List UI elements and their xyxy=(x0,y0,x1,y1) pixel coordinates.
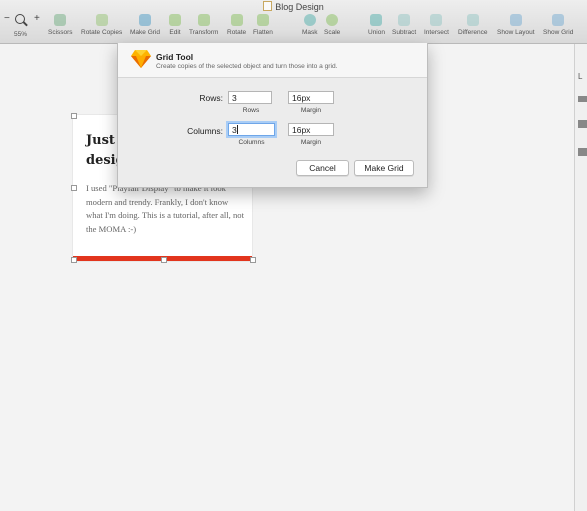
columns-label: Columns: xyxy=(187,126,223,136)
layout-icon xyxy=(509,14,522,26)
show-grid-button[interactable]: Show Grid xyxy=(543,14,573,37)
resize-handle[interactable] xyxy=(250,257,256,263)
dialog-subtitle: Create copies of the selected object and… xyxy=(156,63,338,70)
rotate-button[interactable]: Rotate xyxy=(227,14,246,37)
show-grid-icon xyxy=(552,14,565,26)
transform-button[interactable]: Transform xyxy=(189,14,218,37)
columns-caption: Columns xyxy=(238,139,265,146)
zoom-out-button[interactable]: − xyxy=(4,13,10,24)
rotate-copies-icon xyxy=(95,14,108,26)
rows-margin-caption: Margin xyxy=(300,107,322,114)
dialog-header: Grid Tool Create copies of the selected … xyxy=(118,43,427,78)
scissors-icon xyxy=(54,14,67,26)
inspector-marker xyxy=(578,120,587,128)
flatten-icon xyxy=(256,14,269,26)
zoom-icon[interactable] xyxy=(15,14,25,24)
text-cursor xyxy=(236,125,238,134)
edit-button[interactable]: Edit xyxy=(169,14,181,37)
scissors-button[interactable]: Scissors xyxy=(48,14,73,37)
difference-icon xyxy=(466,14,479,26)
mask-icon xyxy=(303,14,316,26)
rows-label: Rows: xyxy=(199,93,223,103)
grid-tool-dialog: Grid Tool Create copies of the selected … xyxy=(117,43,428,188)
inspector-marker xyxy=(578,96,587,102)
document-icon xyxy=(263,1,273,11)
transform-icon xyxy=(197,14,210,26)
rows-margin-input[interactable]: 16px xyxy=(288,91,334,104)
subtract-button[interactable]: Subtract xyxy=(392,14,416,37)
make-grid-button[interactable]: Make Grid xyxy=(130,14,160,37)
columns-margin-input[interactable]: 16px xyxy=(288,123,334,136)
union-button[interactable]: Union xyxy=(368,14,385,37)
subtract-icon xyxy=(398,14,411,26)
sketch-icon xyxy=(131,50,151,68)
inspector-marker xyxy=(578,148,587,156)
inspector-panel: L xyxy=(574,44,587,511)
window-title: Blog Design xyxy=(0,1,587,13)
rotate-icon xyxy=(230,14,243,26)
rows-input[interactable]: 3 xyxy=(228,91,272,104)
union-icon xyxy=(370,14,383,26)
resize-handle[interactable] xyxy=(161,257,167,263)
rows-caption: Rows xyxy=(242,107,260,114)
rotate-copies-button[interactable]: Rotate Copies xyxy=(81,14,122,37)
show-layout-button[interactable]: Show Layout xyxy=(497,14,535,37)
card-body: I used "Playfair Display" to make it loo… xyxy=(86,183,244,234)
intersect-icon xyxy=(430,14,443,26)
zoom-in-button[interactable]: + xyxy=(34,13,40,24)
scale-button[interactable]: Scale xyxy=(324,14,340,37)
intersect-button[interactable]: Intersect xyxy=(424,14,449,37)
grid-icon xyxy=(138,14,151,26)
flatten-button[interactable]: Flatten xyxy=(253,14,273,37)
make-grid-confirm-button[interactable]: Make Grid xyxy=(354,160,414,176)
columns-margin-caption: Margin xyxy=(300,139,322,146)
columns-input[interactable]: 3 xyxy=(228,123,275,136)
difference-button[interactable]: Difference xyxy=(458,14,488,37)
edit-icon xyxy=(169,14,181,26)
inspector-label: L xyxy=(578,72,583,81)
resize-handle[interactable] xyxy=(71,185,77,191)
resize-handle[interactable] xyxy=(71,113,77,119)
dialog-title: Grid Tool xyxy=(156,52,194,62)
mask-button[interactable]: Mask xyxy=(302,14,318,37)
zoom-level: 55% xyxy=(14,31,28,38)
resize-handle[interactable] xyxy=(71,257,77,263)
toolbar: Blog Design − + 55% Scissors Rotate Copi… xyxy=(0,0,587,44)
cancel-button[interactable]: Cancel xyxy=(296,160,349,176)
scale-icon xyxy=(326,14,339,26)
